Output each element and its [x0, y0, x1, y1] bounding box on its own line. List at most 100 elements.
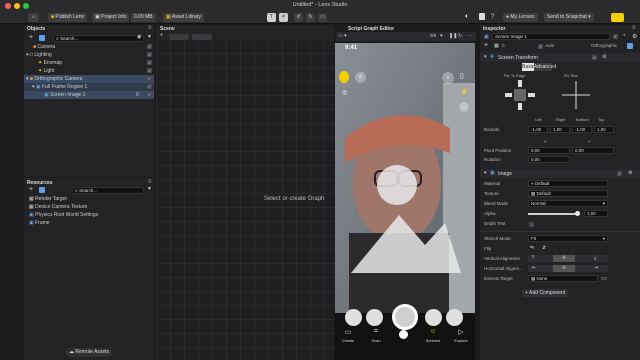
publish-lens-button[interactable]: ■ Publish Lens	[48, 13, 88, 22]
device-icon[interactable]	[479, 13, 485, 20]
undo-button[interactable]: ↺	[294, 13, 303, 22]
add-friend-icon[interactable]: +	[442, 72, 454, 84]
image-header[interactable]: ▾ ▣ Image ✓ ⚙	[480, 169, 640, 178]
enabled-checkbox[interactable]: ✓	[147, 68, 152, 73]
stretch-mode-select[interactable]: Fit ▾	[528, 235, 608, 242]
enabled-checkbox[interactable]: ✓	[147, 44, 152, 49]
enabled-checkbox[interactable]: ✓	[147, 60, 152, 65]
create-icon[interactable]: ▭	[338, 328, 358, 336]
bounds-right-input[interactable]: 1,00	[550, 126, 570, 133]
pin-to-edge-widget[interactable]	[504, 79, 536, 111]
scene-tools[interactable]	[169, 34, 189, 40]
capture-button[interactable]	[392, 304, 418, 330]
add-resource-icon[interactable]: +	[29, 186, 33, 193]
camera-nav-icon[interactable]	[399, 330, 408, 339]
texture-field[interactable]: ▦ Default	[528, 190, 608, 197]
component-enabled-checkbox[interactable]: ✓	[617, 171, 622, 176]
lens-carousel-item[interactable]	[345, 309, 362, 326]
resource-row-device-camera-texture[interactable]: ▦ Device Camera Texture	[29, 203, 87, 211]
object-row-orthographic-camera[interactable]: ▾ ■ Orthographic Camera ✓	[24, 75, 154, 83]
screen-transform-header[interactable]: ▾ ✥ Screen Transform ✓ ⚙	[480, 53, 640, 62]
lens-carousel-item[interactable]	[446, 309, 463, 326]
align-middle-icon[interactable]: ✛	[553, 255, 575, 262]
scan-icon[interactable]: ⌗	[366, 328, 386, 336]
depth-test-checkbox[interactable]	[529, 222, 534, 227]
panel-menu-icon[interactable]: ≡	[148, 179, 152, 185]
object-row-screen-image[interactable]: ▣ Screen Image 1 0 ✓	[24, 91, 154, 99]
objects-search-input[interactable]: ⌕ Search...	[53, 35, 144, 42]
object-row-full-frame-region[interactable]: ▾ ▣ Full Frame Region 1 ✓	[24, 83, 154, 91]
home-button[interactable]: ⌂	[28, 13, 39, 22]
object-name-input[interactable]: Screen Image 1	[492, 33, 610, 40]
object-row-camera[interactable]: ■ Camera ✓	[24, 43, 154, 51]
pivot-y-input[interactable]: 0,00	[572, 147, 614, 154]
component-enabled-checkbox[interactable]: ✓	[592, 55, 597, 60]
enabled-checkbox[interactable]: ✓	[147, 84, 152, 89]
object-enabled-checkbox[interactable]: ✓	[613, 34, 618, 39]
align-left-icon[interactable]: ⇤	[532, 265, 536, 271]
enabled-checkbox[interactable]: ✓	[147, 92, 152, 97]
explore-icon[interactable]: ▷	[451, 328, 471, 336]
pause-icon[interactable]: ❚❚	[449, 33, 457, 39]
alpha-slider-knob[interactable]	[575, 211, 580, 216]
refresh-icon[interactable]: ↻	[458, 33, 462, 39]
alpha-input[interactable]: 1,00	[584, 210, 608, 217]
object-row-light[interactable]: ✦ Light ✓	[24, 67, 154, 75]
object-type-icon[interactable]	[39, 35, 45, 41]
redo-button[interactable]: ↻	[306, 13, 315, 22]
search-icon[interactable]: ⌕	[355, 72, 366, 83]
preview-toggle-button[interactable]: ▭	[318, 13, 327, 22]
tab-basic[interactable]: Basic	[522, 63, 534, 71]
enabled-checkbox[interactable]: ✓	[147, 76, 152, 81]
bitmoji-icon[interactable]	[339, 71, 349, 83]
filter-icon[interactable]: ▼	[147, 34, 152, 40]
panel-menu-icon[interactable]: ≡	[632, 25, 636, 31]
theme-toggle-icon[interactable]: ◐	[465, 13, 469, 20]
material-field[interactable]: ● Default	[528, 180, 608, 187]
transform-tool-button[interactable]: T	[267, 13, 276, 22]
align-right-icon[interactable]: ⇥	[594, 265, 598, 271]
alpha-slider[interactable]	[528, 211, 580, 216]
device-select-icon[interactable]: ▭ ▾	[338, 33, 347, 39]
flash-icon[interactable]: ⚡	[460, 88, 469, 96]
resolution-dropdown-icon[interactable]: ▾	[440, 33, 443, 39]
remote-assets-button[interactable]: ☁ Remote Assets	[66, 348, 113, 357]
scene-panel[interactable]: Scene + Select or create Graph	[156, 25, 334, 360]
visibility-icon[interactable]: ◉	[137, 34, 141, 40]
bounds-left-input[interactable]: -1,00	[528, 126, 548, 133]
object-row-envmap[interactable]: ✦ Envmap ✓	[24, 59, 154, 67]
help-icon[interactable]: ?	[491, 14, 494, 20]
resource-row-frame[interactable]: ▣ Frame	[29, 219, 50, 227]
screens-icon[interactable]: ☺	[423, 328, 443, 335]
lock-icon[interactable]: ◔	[622, 33, 626, 39]
enabled-checkbox[interactable]: ✓	[147, 52, 152, 57]
chevron-down-icon[interactable]: ⌄	[459, 102, 469, 112]
add-component-button[interactable]: + Add Component	[522, 289, 569, 297]
fix-size-widget[interactable]	[560, 79, 592, 111]
align-center-icon[interactable]: ✛	[553, 265, 575, 272]
flip-vertical-icon[interactable]: ⇵	[542, 245, 546, 251]
folder-icon[interactable]: ▭	[601, 275, 607, 282]
resource-row-physics[interactable]: ▣ Physics Root World Settings	[29, 211, 98, 219]
flip-camera-icon[interactable]: ▯	[460, 72, 464, 80]
bounds-top-input[interactable]: 1,00	[594, 126, 614, 133]
phone-preview[interactable]: 9:41 ⌕ ◎ + ▯ ⚡ ⌄ ▭ Create ⌗ Scan ☺ Scree…	[335, 43, 475, 360]
settings-icon[interactable]: ⚙	[632, 33, 637, 40]
component-menu-icon[interactable]: ⚙	[628, 170, 632, 176]
filter-icon[interactable]: ▼	[147, 186, 152, 192]
bounds-bottom-input[interactable]: -1,00	[572, 126, 592, 133]
scene-add-icon[interactable]: +	[160, 33, 164, 39]
extents-target-field[interactable]: ▦ None	[528, 275, 598, 282]
resource-type-icon[interactable]	[39, 187, 45, 193]
lens-carousel-item[interactable]	[425, 309, 442, 326]
rotation-input[interactable]: 0,00	[528, 156, 570, 163]
auto-checkbox[interactable]: ✓	[538, 44, 543, 49]
flip-horizontal-icon[interactable]: ⇋	[530, 245, 534, 251]
my-lenses-button[interactable]: ● My Lenses	[503, 13, 538, 22]
lens-carousel-item[interactable]	[366, 309, 383, 326]
scene-view-tools[interactable]	[192, 34, 212, 40]
snapchat-ghost-icon[interactable]	[611, 13, 624, 22]
component-menu-icon[interactable]: ⚙	[602, 54, 606, 60]
grid-toggle-button[interactable]: #	[279, 13, 288, 22]
align-top-icon[interactable]: ⤒	[532, 255, 534, 261]
